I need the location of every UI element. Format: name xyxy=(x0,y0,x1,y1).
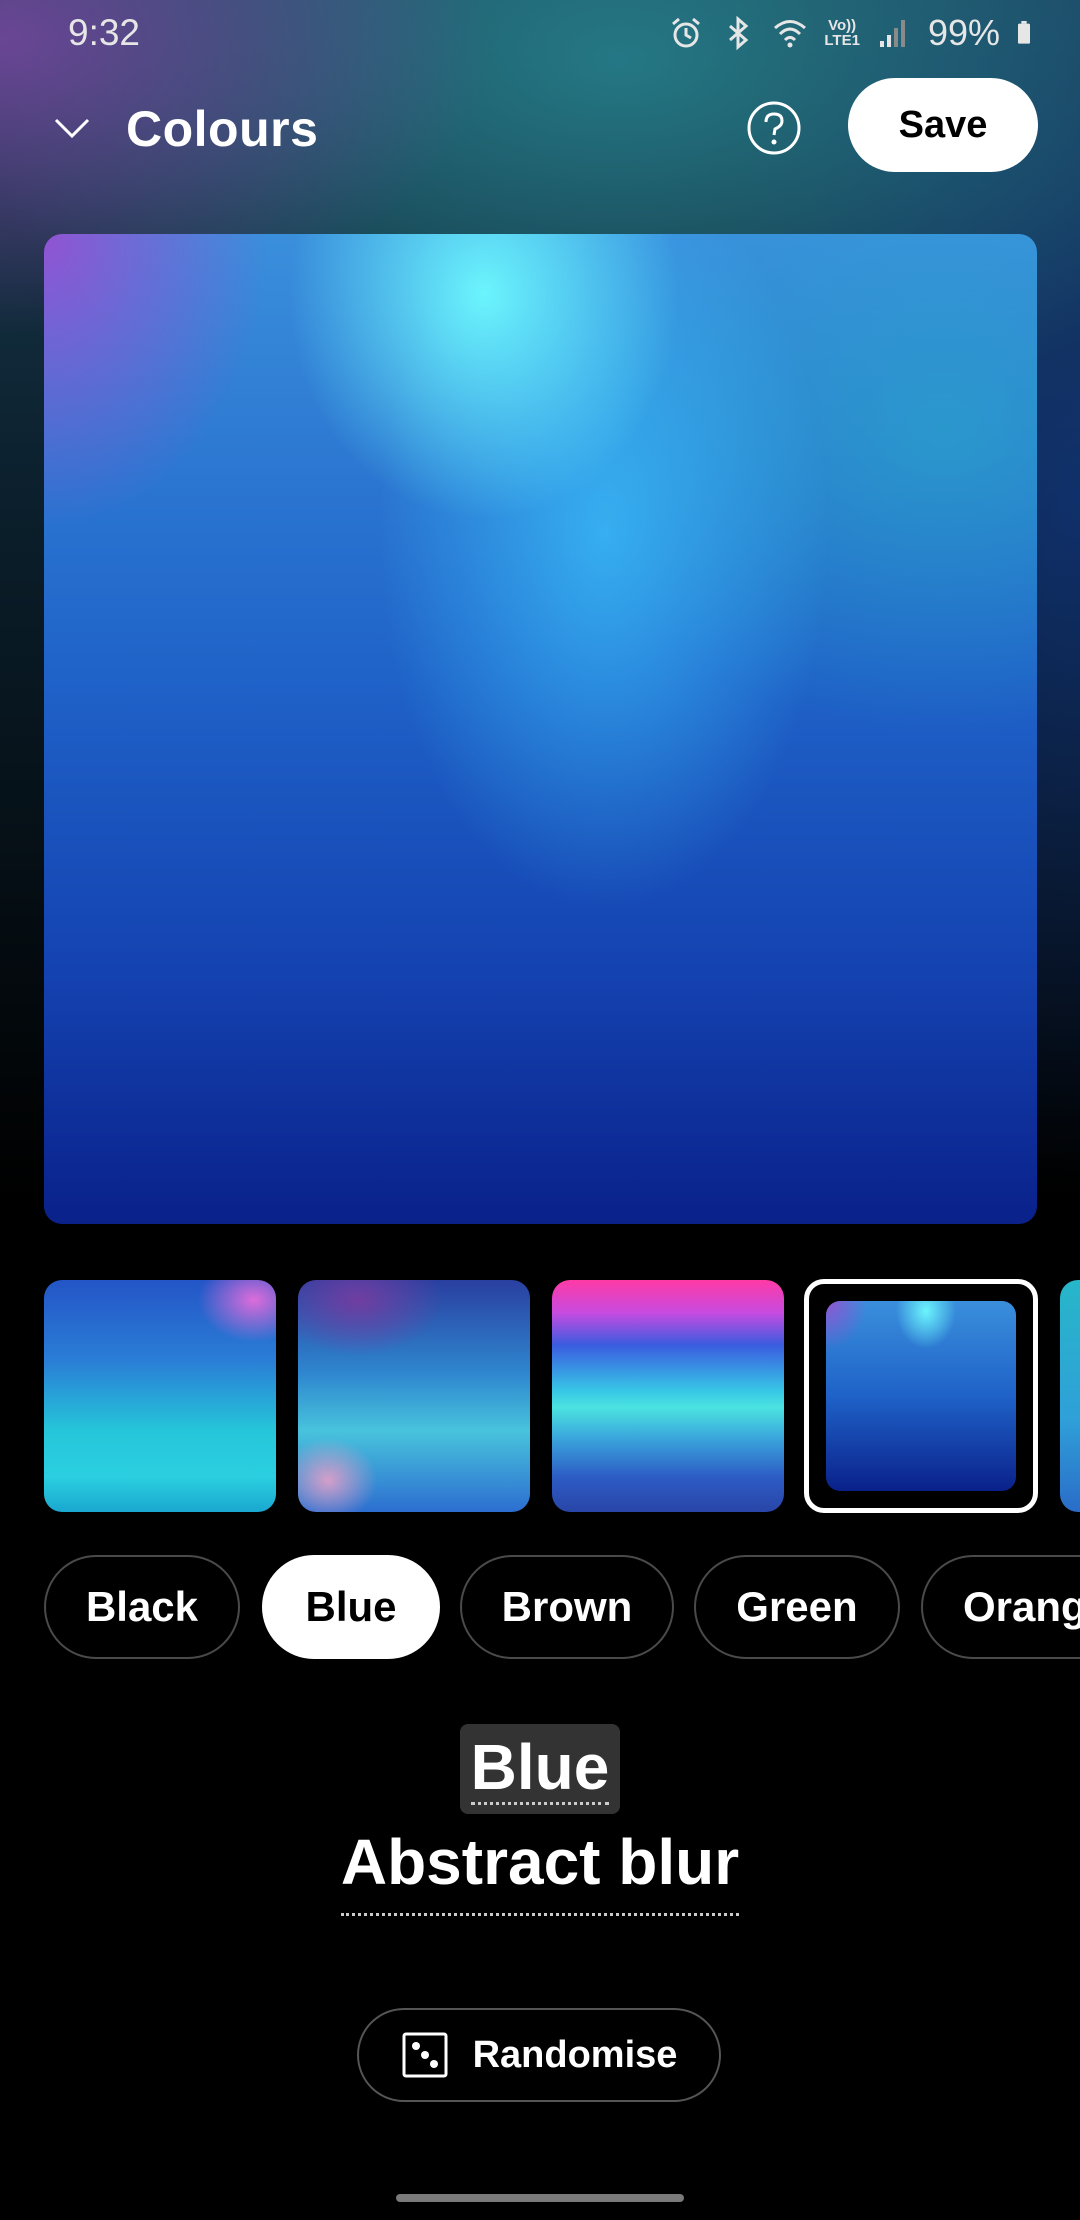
randomise-button[interactable]: Randomise xyxy=(357,2008,721,2102)
chip-black[interactable]: Black xyxy=(44,1555,240,1659)
header: Colours Save xyxy=(0,76,1080,176)
collapse-button[interactable] xyxy=(44,100,100,156)
help-circle-icon xyxy=(747,101,801,155)
battery-percent: 99% xyxy=(927,12,1000,53)
status-time: 9:32 xyxy=(68,12,141,53)
colour-name: Blue xyxy=(470,1730,610,1805)
wallpaper-thumbnail-selected[interactable] xyxy=(804,1279,1038,1513)
gesture-nav-handle[interactable] xyxy=(396,2194,684,2202)
wifi-icon xyxy=(774,20,807,48)
wallpaper-thumbnails xyxy=(44,1279,1080,1513)
colour-name-highlight: Blue xyxy=(460,1724,620,1814)
bluetooth-icon xyxy=(729,15,749,51)
save-button[interactable]: Save xyxy=(848,78,1038,172)
chip-blue[interactable]: Blue xyxy=(262,1555,440,1659)
wallpaper-thumbnail[interactable] xyxy=(44,1280,276,1512)
wallpaper-thumbnail[interactable] xyxy=(552,1280,784,1512)
chevron-down-icon xyxy=(54,118,90,139)
lte-label: LTE1 xyxy=(824,32,860,49)
wallpaper-thumbnail[interactable] xyxy=(298,1280,530,1512)
style-name-wrap: Abstract blur xyxy=(0,1826,1080,1916)
signal-icon xyxy=(879,20,905,47)
chip-green[interactable]: Green xyxy=(694,1555,900,1659)
colour-chips: Black Blue Brown Green Orang xyxy=(44,1555,1080,1659)
status-icons: Vo)) LTE1 99% xyxy=(668,12,1040,54)
help-button[interactable] xyxy=(744,98,804,158)
thumbnail-image xyxy=(826,1301,1016,1491)
status-bar: 9:32 Vo)) LTE1 99% xyxy=(0,0,1080,66)
randomise-label: Randomise xyxy=(472,2033,678,2076)
lte-indicator: Vo)) LTE1 xyxy=(824,18,860,48)
alarm-icon xyxy=(672,17,701,48)
chip-brown[interactable]: Brown xyxy=(460,1555,674,1659)
battery-icon xyxy=(1018,21,1030,44)
page-title: Colours xyxy=(126,101,319,157)
chip-orange[interactable]: Orang xyxy=(921,1555,1080,1659)
dice-icon xyxy=(402,2032,448,2078)
volte-label: Vo)) xyxy=(828,17,857,34)
wallpaper-colours-screen: 9:32 Vo)) LTE1 99% Colours Save Black Bl… xyxy=(0,0,1080,2220)
style-name: Abstract blur xyxy=(340,1826,740,1916)
wallpaper-preview xyxy=(44,234,1037,1224)
wallpaper-thumbnail[interactable] xyxy=(1060,1280,1080,1512)
